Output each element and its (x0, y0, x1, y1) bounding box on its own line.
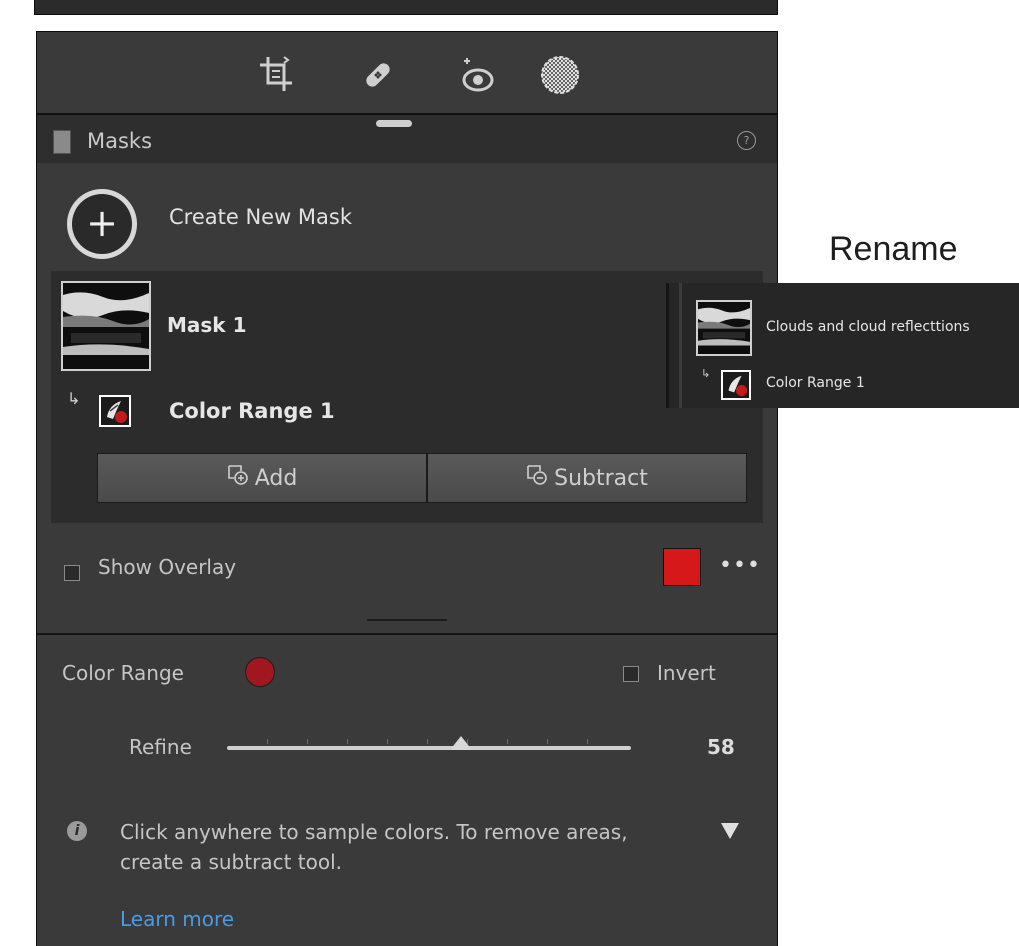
slider-tick (347, 739, 348, 744)
add-icon (227, 464, 249, 492)
color-range-section: Color Range Invert Refine 58 i Click any… (36, 633, 778, 946)
expand-triangle-icon[interactable] (721, 823, 739, 839)
popout-divider (679, 283, 682, 408)
subtract-label: Subtract (554, 465, 648, 491)
slider-tick (267, 739, 268, 744)
show-overlay-label[interactable]: Show Overlay (98, 555, 236, 579)
healing-icon[interactable] (355, 52, 401, 98)
subtract-icon (526, 464, 548, 492)
popout-color-range-name[interactable]: Color Range 1 (766, 375, 865, 391)
component-arrow-icon: ↳ (67, 389, 81, 408)
popout-mask-thumbnail[interactable] (696, 300, 752, 356)
masking-panel: Masks ? + Create New Mask Mask 1 ↳ Color… (0, 0, 786, 946)
panel-drag-handle[interactable] (376, 120, 412, 127)
slider-tick (587, 739, 588, 744)
slider-tick (507, 739, 508, 744)
more-options-icon[interactable]: ••• (719, 553, 761, 578)
plus-icon: + (72, 194, 132, 254)
invert-label[interactable]: Invert (657, 661, 716, 685)
overlay-color-swatch[interactable] (663, 548, 701, 586)
rename-annotation: Rename (829, 230, 958, 268)
invert-checkbox[interactable] (623, 666, 639, 682)
panel-collapse-toggle[interactable] (53, 130, 71, 154)
mask-name[interactable]: Mask 1 (167, 313, 246, 337)
refine-slider-thumb[interactable] (450, 736, 473, 750)
panel-resize-handle[interactable] (367, 619, 447, 621)
mask-thumbnail[interactable] (61, 281, 151, 371)
show-overlay-checkbox[interactable] (64, 565, 80, 581)
info-icon: i (67, 821, 87, 841)
help-icon[interactable]: ? (737, 131, 756, 150)
slider-tick (307, 739, 308, 744)
hint-text: Click anywhere to sample colors. To remo… (120, 820, 628, 874)
slider-tick (547, 739, 548, 744)
slider-tick (387, 739, 388, 744)
add-label: Add (254, 465, 298, 491)
top-panel-strip (34, 0, 778, 15)
slider-tick (427, 739, 428, 744)
mask-list: Mask 1 ↳ Color Range 1 Add Subtract (51, 271, 763, 523)
color-sampler-icon[interactable] (245, 657, 275, 687)
learn-more-link[interactable]: Learn more (120, 907, 234, 931)
crop-icon[interactable] (253, 52, 299, 98)
refine-value[interactable]: 58 (707, 735, 735, 759)
create-new-mask-button[interactable]: + (67, 189, 137, 259)
refine-label: Refine (129, 735, 192, 759)
subtract-button[interactable]: Subtract (427, 453, 747, 503)
refine-slider[interactable] (227, 739, 631, 750)
popout-mask-name[interactable]: Clouds and cloud reflecttions (766, 319, 970, 335)
masks-header: Masks ? (36, 113, 778, 165)
color-range-icon[interactable] (99, 395, 131, 427)
renamed-mask-popout: Clouds and cloud reflecttions ↳ Color Ra… (666, 283, 1019, 408)
create-new-mask-label[interactable]: Create New Mask (169, 205, 352, 229)
masking-icon[interactable] (537, 52, 583, 98)
masks-title: Masks (87, 129, 153, 153)
add-button[interactable]: Add (97, 453, 427, 503)
red-eye-icon[interactable] (453, 52, 499, 98)
tool-strip (36, 31, 778, 114)
color-range-label: Color Range (62, 661, 184, 685)
popout-component-arrow-icon: ↳ (701, 367, 711, 380)
popout-color-range-icon[interactable] (721, 370, 751, 400)
color-range-name[interactable]: Color Range 1 (169, 399, 335, 423)
